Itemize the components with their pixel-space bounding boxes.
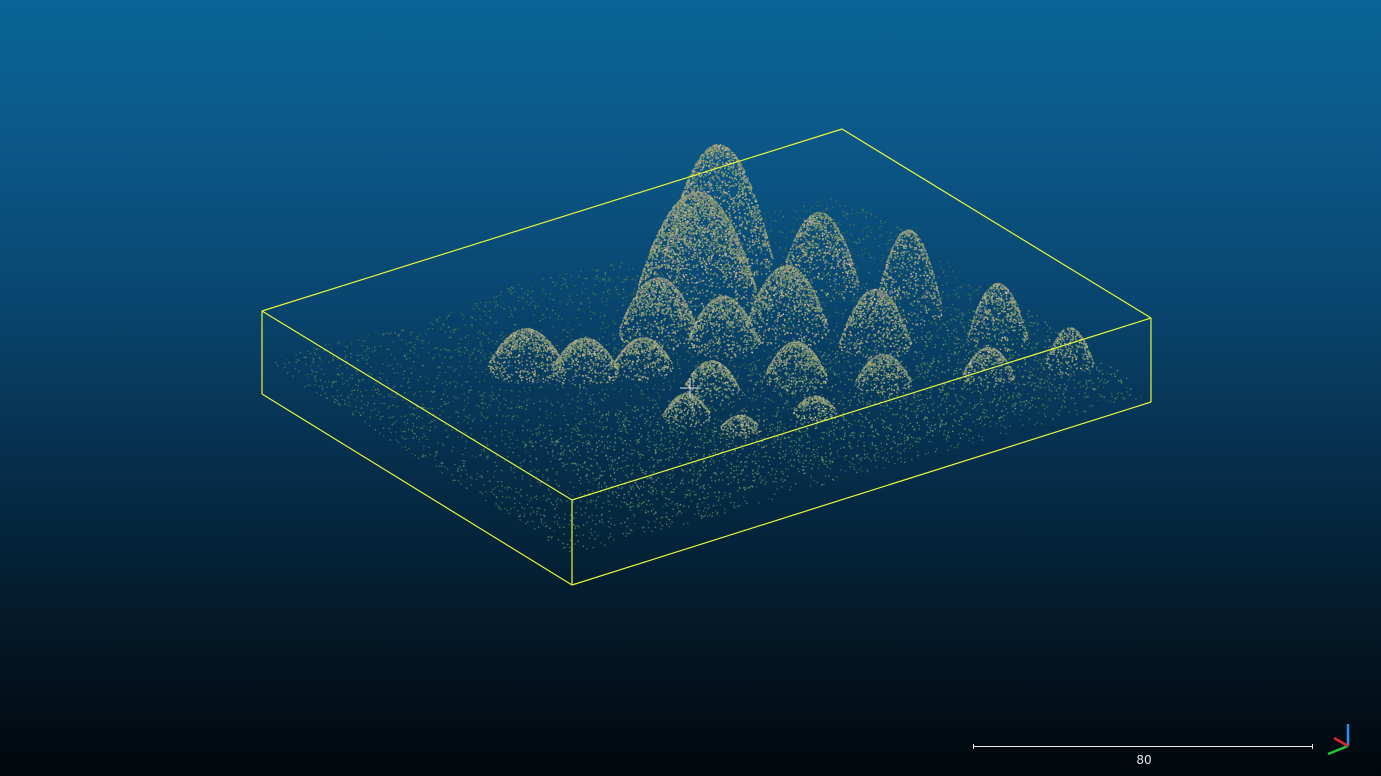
3d-viewport[interactable]: 80	[0, 0, 1381, 776]
axis-trihedron-icon	[1327, 724, 1350, 756]
scale-bar-tick-right	[1312, 744, 1313, 749]
scale-bar-label: 80	[1104, 753, 1184, 767]
bounding-box-edge	[261, 310, 573, 501]
x-axis-icon	[1333, 736, 1349, 748]
bounding-box-edge	[261, 393, 573, 586]
point-cloud-scene[interactable]	[0, 0, 1381, 776]
point-cloud	[275, 144, 1142, 553]
bounding-box-edge	[571, 401, 1152, 586]
scale-bar	[973, 744, 1313, 752]
scale-bar-line	[973, 746, 1313, 747]
y-axis-icon	[1327, 744, 1349, 756]
scale-bar-tick-left	[973, 744, 974, 749]
